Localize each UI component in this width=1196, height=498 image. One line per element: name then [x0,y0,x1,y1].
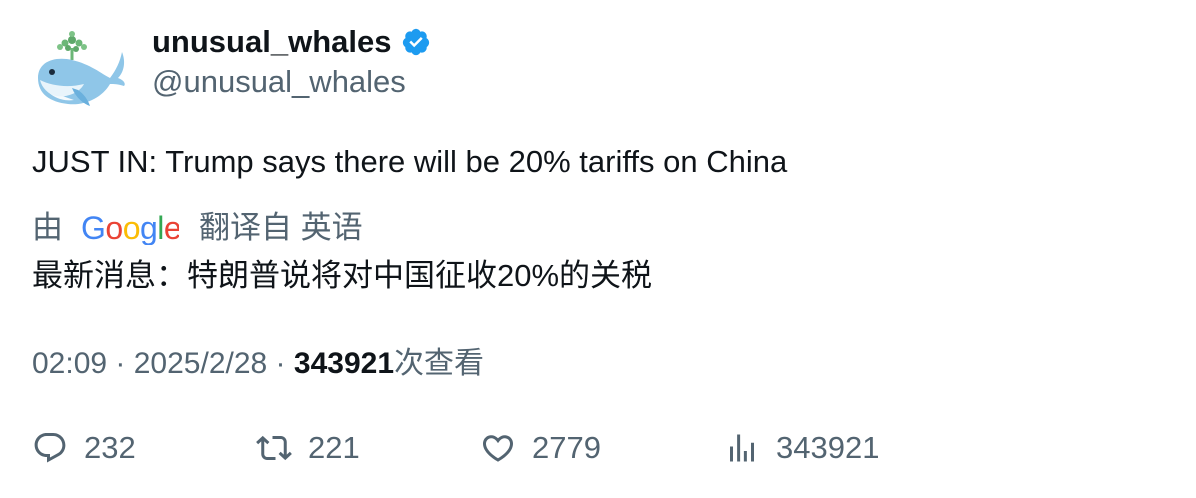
tweet-meta: 02:09 · 2025/2/28 · 343921次查看 [32,344,484,384]
translated-tweet-text: 最新消息：特朗普说将对中国征收20%的关税 [32,258,653,293]
views-count: 343921 [293,347,394,380]
reply-count: 232 [84,430,136,465]
author-display-name[interactable]: unusual_whales [152,22,391,62]
reply-button[interactable]: 232 [32,430,136,466]
views-action-count: 343921 [776,430,880,465]
tweet-date[interactable]: 2025/2/28 [134,347,267,380]
reply-icon [34,433,66,463]
author-handle[interactable]: @unusual_whales [152,62,406,102]
whale-icon [38,31,125,106]
translated-from-label[interactable]: 翻译自 英语 [199,206,363,250]
avatar[interactable] [32,22,128,118]
like-count: 2779 [532,430,601,465]
analytics-icon [730,434,754,462]
verified-badge-icon [403,28,430,56]
translation-attribution: 由 Google 翻译自 英语 [32,206,363,250]
heart-icon [482,435,514,462]
retweet-count: 221 [308,430,360,465]
retweet-icon [256,435,292,461]
author-name-row: unusual_whales [152,22,431,62]
tweet-time[interactable]: 02:09 [32,347,107,380]
like-button[interactable]: 2779 [480,430,601,466]
views-label: 次查看 [394,347,484,380]
retweet-button[interactable]: 221 [256,430,360,466]
translated-by-label: 由 [32,210,63,245]
views-button[interactable]: 343921 [724,430,879,466]
meta-separator: · [267,347,294,380]
meta-separator: · [107,347,134,380]
action-bar: 232 221 2779 343921 [32,430,1132,474]
tweet-text: JUST IN: Trump says there will be 20% ta… [32,144,788,179]
svg-text:Google: Google [81,211,179,245]
google-logo-icon: Google [81,211,179,245]
